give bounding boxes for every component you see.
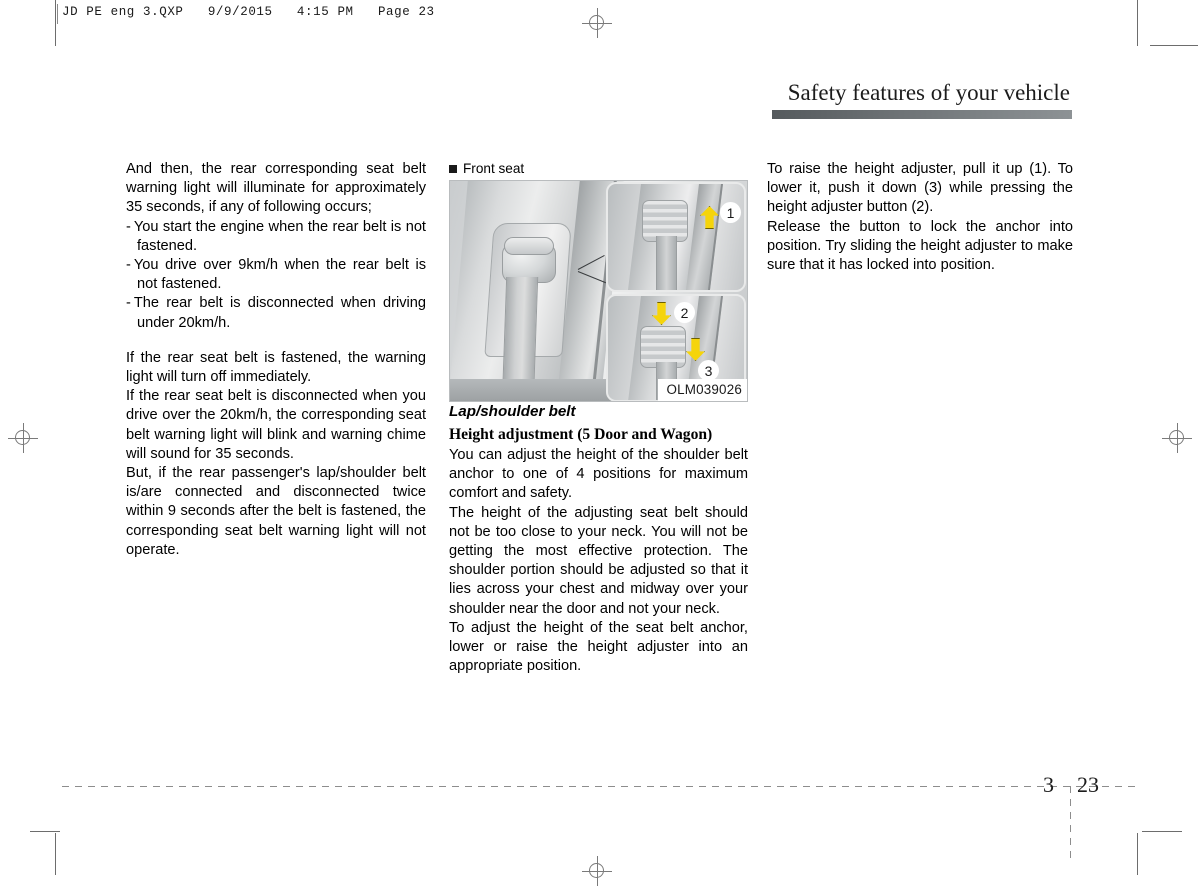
bullet-dash: - <box>126 218 131 235</box>
page-title: Safety features of your vehicle <box>787 80 1070 105</box>
footer-chapter-number: 3 <box>1043 772 1054 797</box>
registration-mark-bottom <box>582 856 612 886</box>
section-heading-lap-shoulder-belt: Lap/shoulder belt <box>449 403 576 420</box>
crop-mark-bottom-left-vertical <box>55 833 56 875</box>
crop-mark-top-left-vertical <box>55 0 56 46</box>
right-paragraph-2: Release the button to lock the anchor in… <box>767 218 1073 274</box>
registration-mark-left <box>8 423 38 453</box>
right-paragraph-1: To raise the height adjuster, pull it up… <box>767 161 1073 216</box>
list-item-text: You drive over 9km/h when the rear belt … <box>133 257 426 293</box>
crop-mark-bottom-right-horizontal <box>1142 831 1182 832</box>
crop-mark-top-right-vertical <box>1137 0 1138 46</box>
height-adjuster-knob-top <box>504 237 554 255</box>
bullet-dash: - <box>126 295 131 312</box>
middle-paragraph-3: To adjust the height of the seat belt an… <box>449 619 748 675</box>
footer-vertical-divider <box>1070 786 1071 864</box>
crop-mark-bottom-left-horizontal <box>30 831 60 832</box>
callout-number-2: 2 <box>674 302 695 323</box>
list-item: - You start the engine when the rear belt… <box>126 218 426 256</box>
section-heading-height-adjustment: Height adjustment (5 Door and Wagon) <box>449 426 713 443</box>
middle-paragraph-1: You can adjust the height of the shoulde… <box>449 447 748 502</box>
crop-mark-bottom-right-vertical <box>1137 833 1138 875</box>
figure-image: 1 2 3 OLM039026 <box>449 180 748 402</box>
list-item-text: You start the engine when the rear belt … <box>133 218 426 254</box>
left-text-column: And then, the rear corresponding seat be… <box>126 160 426 560</box>
list-item-text: The rear belt is disconnected when drivi… <box>133 295 426 331</box>
callout-number-1: 1 <box>720 202 741 223</box>
right-text-column: To raise the height adjuster, pull it up… <box>767 160 1073 275</box>
left-paragraph-1: And then, the rear corresponding seat be… <box>126 161 426 216</box>
figure-inset-raise: 1 <box>606 182 746 292</box>
bullet-square-icon <box>449 165 457 173</box>
bullet-dash: - <box>126 257 131 274</box>
callout-number-3: 3 <box>698 360 719 381</box>
left-paragraph-3: If the rear seat belt is disconnected wh… <box>126 388 426 462</box>
figure-front-seat: Front seat 1 2 3 OLM039026 <box>449 161 748 402</box>
footer-divider <box>62 786 1137 787</box>
list-item: - You drive over 9km/h when the rear belt… <box>126 256 426 294</box>
left-paragraph-2: If the rear seat belt is fastened, the w… <box>126 349 426 386</box>
registration-mark-right <box>1162 423 1192 453</box>
figure-reference-code: OLM039026 <box>658 379 747 401</box>
left-paragraph-4: But, if the rear passenger's lap/shoulde… <box>126 465 426 558</box>
inset-belt-webbing <box>656 236 677 290</box>
title-underline-bar <box>772 110 1072 119</box>
crop-mark-top-right-horizontal <box>1150 45 1198 46</box>
middle-text-column: Lap/shoulder belt Height adjustment (5 D… <box>449 402 748 676</box>
list-item: - The rear belt is disconnected when driv… <box>126 294 426 332</box>
left-bullet-list: - You start the engine when the rear belt… <box>126 218 426 333</box>
source-header-rule <box>57 4 58 24</box>
figure-caption-label: Front seat <box>449 161 748 177</box>
middle-paragraph-2: The height of the adjusting seat belt sh… <box>449 504 748 617</box>
registration-mark-top <box>582 8 612 38</box>
figure-label-text: Front seat <box>463 161 525 176</box>
source-file-header: JD PE eng 3.QXP 9/9/2015 4:15 PM Page 23 <box>62 5 435 19</box>
footer-page-number: 23 <box>1077 772 1099 797</box>
